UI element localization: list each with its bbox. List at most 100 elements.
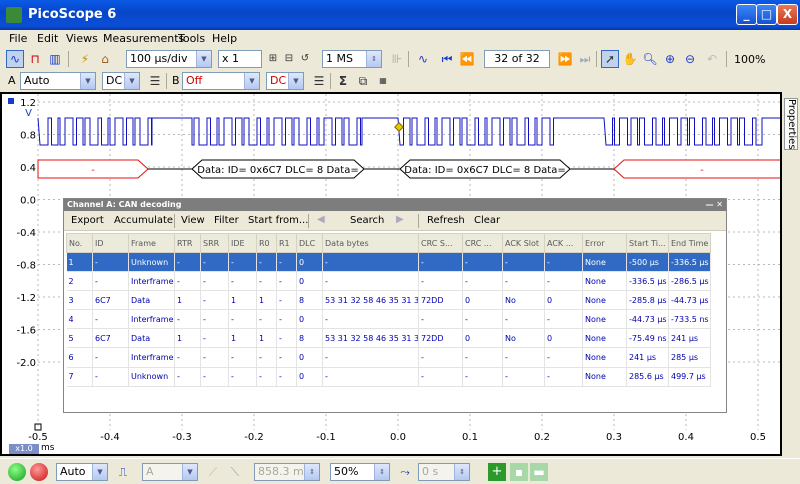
table-row[interactable]: 7- Unknown - - - - -0- - - - - None 285.6 µs 499.7 µs <box>66 367 711 387</box>
maximize-button[interactable]: □ <box>756 4 777 25</box>
undo-zoom-icon[interactable]: ↶ <box>703 50 721 68</box>
trigger-delay-field[interactable]: 0 s ⇕ <box>418 463 470 481</box>
channel-a-range-select[interactable]: Auto ▼ <box>20 72 96 90</box>
search-button[interactable]: Search <box>350 215 384 226</box>
last-buffer-icon[interactable]: ⏭ <box>576 50 594 68</box>
chevron-down-icon: ▼ <box>196 51 211 67</box>
table-row[interactable]: 6- Interframe - - - - -0- - - - - None 241 µs 285 µs <box>66 347 711 368</box>
refresh-button[interactable]: Refresh <box>427 215 465 226</box>
axis-scale-badge[interactable]: x1.0 <box>9 444 39 454</box>
trigger-channel-select[interactable]: A ▼ <box>142 463 198 481</box>
home-icon[interactable]: ⌂ <box>96 50 114 68</box>
rising-edge-icon[interactable]: ⟋ <box>204 463 222 481</box>
table-cell: 72DD <box>418 290 463 311</box>
first-buffer-icon[interactable]: ⏮ <box>438 50 456 68</box>
view-button[interactable]: View <box>181 215 205 226</box>
channel-a-marker[interactable] <box>8 98 14 104</box>
menu-edit[interactable]: Edit <box>37 32 58 45</box>
accumulate-button[interactable]: Accumulate <box>114 215 173 226</box>
clear-button[interactable]: Clear <box>474 215 500 226</box>
properties-tab[interactable]: Properties <box>784 98 798 150</box>
falling-edge-icon[interactable]: ⟍ <box>226 463 244 481</box>
trigger-type-icon[interactable]: ⎍ <box>114 463 132 481</box>
column-header[interactable]: DLC <box>296 233 323 253</box>
previous-buffer-icon[interactable]: ⏪ <box>458 50 476 68</box>
table-row[interactable]: 2- Interframe - - - - -0- - - - - None -336.5 µs -286… <box>66 271 711 292</box>
timebase-select[interactable]: 100 µs/div ▼ <box>126 50 212 68</box>
serial-decoding-icon[interactable]: ▦ <box>374 72 392 90</box>
column-header[interactable]: End Time <box>668 233 711 253</box>
table-cell: - <box>174 367 201 387</box>
zoom-out-icon[interactable]: ⊖ <box>681 50 699 68</box>
probe-icon[interactable]: ⚡ <box>76 50 94 68</box>
column-header[interactable]: RTR <box>174 233 201 253</box>
zoom-window-icon[interactable]: 🔍︎ <box>641 50 659 68</box>
column-header[interactable]: ACK ... <box>544 233 583 253</box>
table-row[interactable]: 5 6C7 Data 1-1 1-8 53 31 32 58 46 35 31 32 72D… <box>66 328 711 349</box>
spinner-icon: ⇕ <box>304 464 319 480</box>
filter-button[interactable]: Filter <box>214 215 239 226</box>
table-cell: Interframe <box>128 347 175 368</box>
decode-packet[interactable] <box>613 159 791 179</box>
delete-measurement-icon[interactable]: ▬ <box>530 463 548 481</box>
column-header[interactable]: Data bytes <box>322 233 419 253</box>
column-header[interactable]: Frame <box>128 233 175 253</box>
channel-b-range-select[interactable]: Off ▼ <box>182 72 260 90</box>
column-header[interactable]: CRC S... <box>418 233 463 253</box>
search-previous-icon[interactable]: ◀ <box>317 214 325 225</box>
search-next-icon[interactable]: ▶ <box>396 214 404 225</box>
menu-views[interactable]: Views <box>66 32 98 45</box>
export-button[interactable]: Export <box>71 215 104 226</box>
buffer-position-field[interactable]: 32 of 32 <box>484 50 550 68</box>
table-row[interactable]: 3 6C7 Data 1-1 1-8 53 31 32 58 46 35 31 32 72D… <box>66 290 711 311</box>
column-header[interactable]: ACK Slot <box>502 233 545 253</box>
persistence-mode-icon[interactable]: ⊓ <box>26 50 44 68</box>
column-header[interactable]: Start Ti... <box>626 233 669 253</box>
channel-a-coupling-select[interactable]: DC ▼ <box>102 72 140 90</box>
edit-measurement-icon[interactable]: ▪ <box>510 463 528 481</box>
column-header[interactable]: Error <box>582 233 627 253</box>
scope-mode-icon[interactable]: ∿ <box>6 50 24 68</box>
zoom-in-icon[interactable]: ⊕ <box>661 50 679 68</box>
hand-tool-icon[interactable]: ✋ <box>621 50 639 68</box>
menu-help[interactable]: Help <box>212 32 237 45</box>
column-header[interactable]: R0 <box>256 233 277 253</box>
pretrigger-field[interactable]: 50% ⇕ <box>330 463 390 481</box>
column-header[interactable]: CRC ... <box>462 233 503 253</box>
channel-b-options-icon[interactable]: ☰ <box>310 72 328 90</box>
spectrum-mode-icon[interactable]: ▥ <box>46 50 64 68</box>
pointer-tool-icon[interactable]: ➚ <box>601 50 619 68</box>
samples-select[interactable]: 1 MS ⇕ <box>322 50 382 68</box>
channel-a-options-icon[interactable]: ☰ <box>146 72 164 90</box>
math-channels-icon[interactable]: Σ <box>334 72 352 90</box>
stop-icon[interactable] <box>30 463 48 481</box>
trigger-marker-icon[interactable] <box>394 122 404 132</box>
table-row[interactable]: 4- Interframe - - - - -0- - - - - None -44.73 µs -733… <box>66 309 711 330</box>
column-header[interactable]: ID <box>92 233 129 253</box>
auto-setup-icon[interactable]: ∿ <box>414 50 432 68</box>
close-button[interactable]: X <box>777 4 798 25</box>
next-buffer-icon[interactable]: ⏩ <box>556 50 574 68</box>
resolution-icon[interactable]: ⊪ <box>388 50 406 68</box>
zoom-factor-field[interactable]: x 1 <box>218 50 262 68</box>
column-header[interactable]: R1 <box>276 233 297 253</box>
menu-measurements[interactable]: Measurements <box>103 32 184 45</box>
column-header[interactable]: No. <box>66 233 93 253</box>
trigger-mode-select[interactable]: Auto ▼ <box>56 463 108 481</box>
post-trigger-icon[interactable]: ⤳ <box>396 463 414 481</box>
add-measurement-icon[interactable]: + <box>488 463 506 481</box>
menu-tools[interactable]: Tools <box>178 32 205 45</box>
zoom-reset-icon[interactable]: ↺ <box>296 50 314 68</box>
column-header[interactable]: IDE <box>228 233 257 253</box>
column-header[interactable]: SRR <box>200 233 229 253</box>
table-row[interactable]: 1- Unknown - - - - -0- - - - - None -500 µs -336.5 µs <box>66 252 711 273</box>
minimize-button[interactable]: _ <box>736 4 757 25</box>
start-from-button[interactable]: Start from... <box>248 215 308 226</box>
chevron-down-icon: ▼ <box>92 464 107 480</box>
panel-window-buttons[interactable]: — ✕ <box>706 199 724 211</box>
channel-b-coupling-select[interactable]: DC ▼ <box>266 72 304 90</box>
trigger-threshold-field[interactable]: 858.3 mV ⇕ <box>254 463 320 481</box>
start-icon[interactable] <box>8 463 26 481</box>
reference-waveforms-icon[interactable]: ⧉ <box>354 72 372 90</box>
menu-file[interactable]: File <box>9 32 27 45</box>
